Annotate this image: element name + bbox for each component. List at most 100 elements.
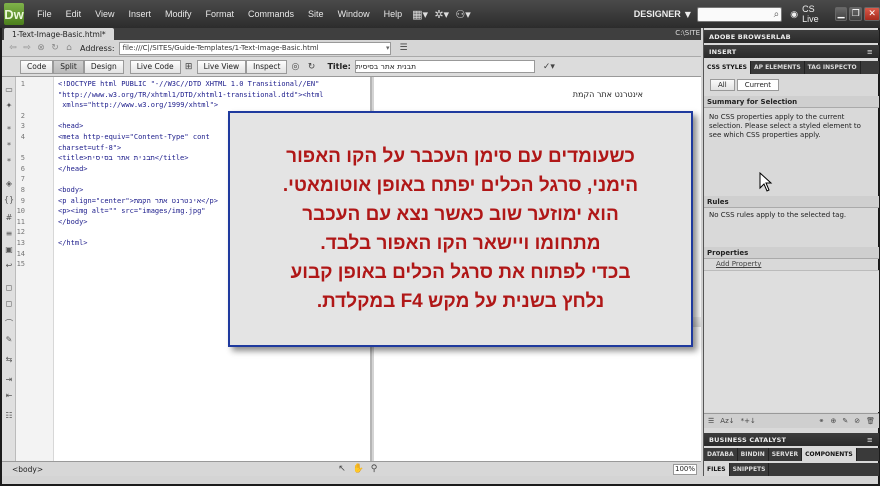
preview-icon[interactable]: ◎	[287, 60, 303, 74]
design-view-button[interactable]: Design	[83, 59, 124, 74]
collapse-selection-icon[interactable]: *	[3, 139, 15, 151]
expand-all-icon[interactable]: *	[3, 155, 15, 167]
line-number: 5	[20, 154, 25, 163]
menu-format[interactable]: Format	[199, 9, 242, 19]
business-catalyst-header[interactable]: BUSINESS CATALYST ≡	[704, 433, 879, 446]
site-icon[interactable]: ⚇▾	[455, 6, 470, 22]
rules-header[interactable]: Rules	[704, 196, 879, 208]
close-button[interactable]: ✕	[864, 7, 880, 21]
back-icon[interactable]: ⇦	[8, 43, 18, 53]
menu-help[interactable]: Help	[377, 9, 410, 19]
menu-modify[interactable]: Modify	[158, 9, 199, 19]
zoom-level[interactable]: 100%	[673, 463, 697, 475]
syntax-error-icon[interactable]: ▣	[3, 243, 15, 255]
delete-rule-icon[interactable]: 🗑	[866, 417, 875, 425]
outdent-code-icon[interactable]: ⇤	[3, 389, 15, 401]
show-set-icon[interactable]: *+↓	[741, 417, 756, 425]
all-mode-button[interactable]: All	[710, 79, 735, 91]
edit-rule-icon[interactable]: ✎	[842, 417, 848, 425]
inspect-button[interactable]: Inspect	[246, 59, 288, 74]
menu-file[interactable]: File	[30, 9, 59, 19]
stop-icon[interactable]: ⊗	[36, 43, 46, 53]
line-numbers-icon[interactable]: #	[3, 211, 15, 223]
menu-view[interactable]: View	[88, 9, 121, 19]
tab-snippets[interactable]: SNIPPETS	[730, 463, 770, 476]
tag-selector[interactable]: <body>	[12, 465, 43, 474]
menu-window[interactable]: Window	[331, 9, 377, 19]
title-input[interactable]: תבנית אתר בסיסית	[354, 60, 535, 73]
menu-commands[interactable]: Commands	[241, 9, 301, 19]
code-line: </head>	[58, 164, 88, 173]
collapse-tag-icon[interactable]: *	[3, 123, 15, 135]
wrap-tag-icon[interactable]: ⌒	[3, 317, 15, 329]
help-search-input[interactable]: ⌕	[696, 6, 783, 22]
current-mode-button[interactable]: Current	[736, 79, 779, 91]
chevron-down-icon[interactable]: ▾	[386, 44, 390, 52]
insert-panel-header[interactable]: INSERT ≡	[704, 45, 879, 58]
tab-tag-inspector[interactable]: TAG INSPECTO	[805, 61, 861, 74]
show-category-icon[interactable]: ☰	[708, 417, 714, 425]
summary-header[interactable]: Summary for Selection	[704, 96, 879, 108]
hand-tool-icon[interactable]: ✋	[350, 462, 366, 476]
select-tool-icon[interactable]: ↖	[334, 462, 350, 476]
show-code-navigator-icon[interactable]: ✦	[3, 99, 15, 111]
address-bar: ⇦ ⇨ ⊗ ↻ ⌂ Address: file:///C|/SITES/Guid…	[2, 40, 701, 57]
move-css-icon[interactable]: ⇆	[3, 353, 15, 365]
zoom-tool-icon[interactable]: ⚲	[366, 462, 382, 476]
tab-databases[interactable]: DATABA	[704, 448, 738, 461]
forward-icon[interactable]: ⇨	[22, 43, 32, 53]
live-code-button[interactable]: Live Code	[129, 59, 181, 74]
highlight-invalid-icon[interactable]: ≡	[3, 227, 15, 239]
workspace-switcher[interactable]: DESIGNER	[634, 9, 681, 19]
line-number: 13	[16, 239, 25, 247]
refresh-icon[interactable]: ↻	[50, 43, 60, 53]
document-tab[interactable]: 1-Text-Image-Basic.html*	[4, 28, 114, 40]
home-icon[interactable]: ⌂	[64, 43, 74, 53]
panel-menu-icon[interactable]: ≡	[867, 48, 873, 56]
open-documents-icon[interactable]: ▭	[3, 83, 15, 95]
balance-braces-icon[interactable]: {}	[3, 193, 15, 205]
menu-site[interactable]: Site	[301, 9, 331, 19]
tab-css-styles[interactable]: CSS STYLES	[704, 61, 751, 74]
file-management-icon[interactable]: ⊞	[181, 60, 197, 74]
address-input[interactable]: file:///C|/SITES/Guide-Templates/1-Text-…	[118, 41, 391, 55]
disable-rule-icon[interactable]: ⊘	[854, 417, 860, 425]
cs-live-button[interactable]: ◉ CS Live	[790, 4, 823, 24]
remove-comment-icon[interactable]: ◻	[3, 297, 15, 309]
instruction-line: מתחומו ויישאר הקו האפור בלבד.	[320, 233, 601, 254]
attach-style-icon[interactable]: ⚭	[819, 417, 825, 425]
sort-az-icon[interactable]: Az↓	[720, 417, 734, 425]
browserlab-panel-header[interactable]: ADOBE BROWSERLAB	[704, 30, 879, 43]
add-property-link[interactable]: Add Property	[716, 260, 880, 269]
panel-menu-icon[interactable]: ≡	[867, 436, 873, 444]
browse-options-icon[interactable]: ☰	[399, 43, 409, 53]
properties-area	[704, 270, 879, 412]
tab-components[interactable]: COMPONENTS	[802, 448, 857, 461]
indent-code-icon[interactable]: ⇥	[3, 373, 15, 385]
apply-comment-icon[interactable]: ◻	[3, 281, 15, 293]
properties-header[interactable]: Properties	[704, 247, 879, 259]
live-view-button[interactable]: Live View	[196, 59, 247, 74]
menu-edit[interactable]: Edit	[59, 9, 89, 19]
new-rule-icon[interactable]: ⊕	[830, 417, 836, 425]
maximize-button[interactable]: ❐	[849, 7, 863, 21]
chevron-down-icon[interactable]: ▼	[685, 10, 691, 19]
minimize-button[interactable]: ▁	[834, 7, 848, 21]
gear-icon[interactable]: ✲▾	[434, 6, 449, 22]
word-wrap-icon[interactable]: ↩	[3, 259, 15, 271]
code-line: <head>	[58, 122, 84, 131]
recent-snippets-icon[interactable]: ✎	[3, 333, 15, 345]
refresh-icon[interactable]: ↻	[303, 60, 319, 74]
select-parent-tag-icon[interactable]: ◈	[3, 177, 15, 189]
check-page-icon[interactable]: ✓▾	[541, 60, 557, 74]
format-source-icon[interactable]: ☷	[3, 409, 15, 421]
code-view-button[interactable]: Code	[20, 59, 54, 74]
line-number: 6	[20, 164, 25, 173]
tab-bindings[interactable]: BINDIN	[738, 448, 769, 461]
tab-server-behaviors[interactable]: SERVER	[769, 448, 803, 461]
tab-files[interactable]: FILES	[704, 463, 730, 476]
tab-ap-elements[interactable]: AP ELEMENTS	[751, 61, 805, 74]
menu-insert[interactable]: Insert	[121, 9, 158, 19]
layout-icon[interactable]: ▦▾	[412, 6, 428, 22]
split-view-button[interactable]: Split	[53, 59, 84, 74]
